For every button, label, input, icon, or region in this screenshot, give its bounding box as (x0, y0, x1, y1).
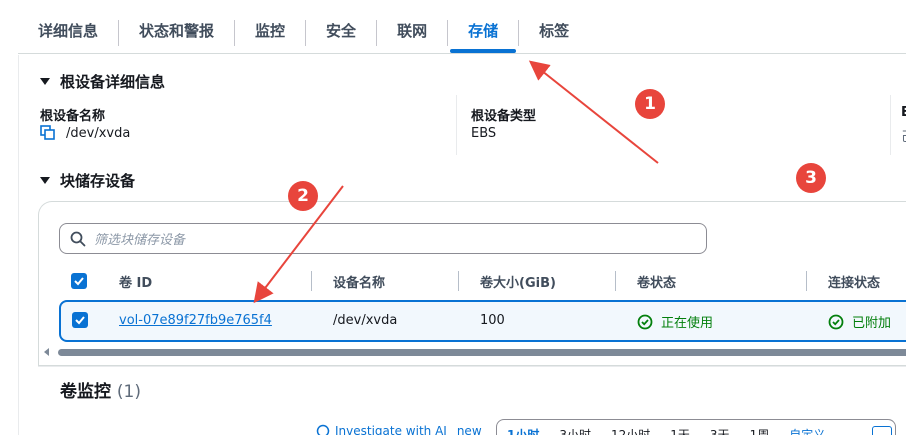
annotation-arrows (253, 60, 659, 304)
annotation-badge-3: 3 (796, 163, 826, 193)
annotation-badge-2: 2 (288, 181, 318, 211)
annotation-badge-1: 1 (635, 89, 665, 119)
